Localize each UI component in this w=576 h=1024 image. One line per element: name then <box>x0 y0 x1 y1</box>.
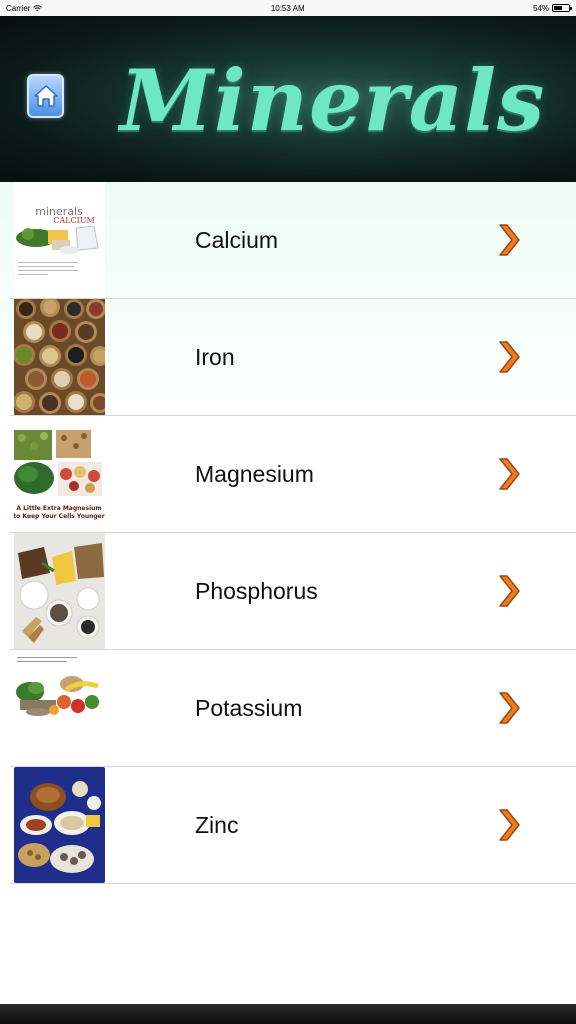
home-icon <box>33 85 58 107</box>
header: Minerals <box>0 16 576 182</box>
carrier-label: Carrier <box>6 3 31 13</box>
status-time: 10:53 AM <box>270 3 305 13</box>
list-item-phosphorus[interactable]: Phosphorus <box>0 533 576 650</box>
status-bar: Carrier 10:53 AM 54% <box>0 0 576 16</box>
status-right: 54% <box>532 3 572 13</box>
chevron-right-icon[interactable] <box>497 455 523 493</box>
item-label-iron: Iron <box>195 344 235 370</box>
phosphorus-thumbnail <box>14 533 105 649</box>
page-title: Minerals <box>120 51 546 150</box>
list-item-iron[interactable]: Iron <box>0 299 576 416</box>
battery-percent: 54% <box>532 3 549 13</box>
svg-text:to Keep Your Cells Younger: to Keep Your Cells Younger <box>14 513 105 520</box>
iron-thumbnail <box>14 299 105 415</box>
list-item-zinc[interactable]: Zinc <box>0 767 576 884</box>
chevron-right-icon[interactable] <box>497 806 523 844</box>
item-label-phosphorus: Phosphorus <box>195 578 318 604</box>
magnesium-thumbnail: A Little Extra Magnesium to Keep Your Ce… <box>14 416 105 532</box>
bottom-bar <box>0 1004 576 1024</box>
chevron-right-icon[interactable] <box>497 572 523 610</box>
thumb-caption-sub: CALCIUM <box>53 216 94 225</box>
chevron-right-icon[interactable] <box>497 689 523 727</box>
item-label-zinc: Zinc <box>195 812 239 838</box>
battery-icon <box>552 4 572 12</box>
item-label-magnesium: Magnesium <box>195 461 314 487</box>
zinc-thumbnail <box>14 767 105 883</box>
calcium-thumbnail: minerals CALCIUM <box>14 182 105 298</box>
home-button[interactable] <box>27 74 64 118</box>
list-item-magnesium[interactable]: A Little Extra Magnesium to Keep Your Ce… <box>0 416 576 533</box>
minerals-list: minerals CALCIUM Calcium Iron A Little E… <box>0 182 576 884</box>
item-label-calcium: Calcium <box>195 227 279 253</box>
status-left: Carrier <box>6 3 43 13</box>
list-item-potassium[interactable]: Potassium <box>0 650 576 767</box>
svg-text:A Little Extra Magnesium: A Little Extra Magnesium <box>16 505 101 512</box>
item-label-potassium: Potassium <box>195 695 303 721</box>
chevron-right-icon[interactable] <box>497 338 523 376</box>
potassium-thumbnail <box>14 650 105 766</box>
list-item-calcium[interactable]: minerals CALCIUM Calcium <box>0 182 576 299</box>
wifi-icon <box>33 4 43 11</box>
chevron-right-icon[interactable] <box>497 221 523 259</box>
